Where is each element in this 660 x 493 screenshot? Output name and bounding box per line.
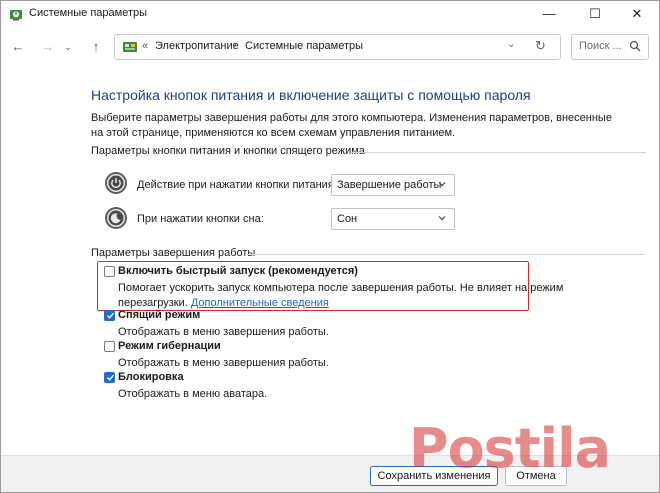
shutdown-group-title: Параметры завершения работы <box>91 247 256 259</box>
lock-checkbox[interactable] <box>104 372 115 383</box>
chevron-down-icon <box>438 182 446 187</box>
fast-startup-description: Помогает ускорить запуск компьютера посл… <box>118 281 563 311</box>
search-input[interactable]: Поиск ... <box>571 34 649 60</box>
sleep-button-action-value: Сон <box>337 213 358 225</box>
sleep-button-icon <box>105 207 127 229</box>
power-buttons-group-title: Параметры кнопки питания и кнопки спящег… <box>91 145 365 157</box>
sleep-button-action-label: При нажатии кнопки сна: <box>137 213 264 225</box>
content-area: Настройка кнопок питания и включение защ… <box>1 67 659 455</box>
sleep-title[interactable]: Спящий режим <box>118 309 200 321</box>
address-dropdown-icon[interactable]: ⌄ <box>507 39 515 50</box>
power-button-action-label: Действие при нажатии кнопки питания: <box>137 179 337 191</box>
sleep-description: Отображать в меню завершения работы. <box>118 326 329 338</box>
more-info-link[interactable]: Дополнительные сведения <box>191 297 329 309</box>
fast-startup-title[interactable]: Включить быстрый запуск (рекомендуется) <box>118 265 358 277</box>
fast-startup-desc-line1: Помогает ускорить запуск компьютера посл… <box>118 282 564 294</box>
check-icon <box>107 312 115 319</box>
forward-button[interactable]: → <box>37 37 59 57</box>
check-icon <box>107 374 115 381</box>
up-button[interactable]: ↑ <box>85 37 107 57</box>
recent-locations-button[interactable]: ⌄ <box>61 37 75 57</box>
search-placeholder: Поиск ... <box>579 40 622 52</box>
system-settings-window: Системные параметры — ☐ ✕ ← → ⌄ ↑ « Элек… <box>0 0 660 493</box>
address-bar[interactable]: « Электропитание › Системные параметры ⌄… <box>114 34 561 60</box>
fast-startup-checkbox[interactable] <box>104 266 115 277</box>
minimize-button[interactable]: — <box>527 1 571 27</box>
chevron-down-icon <box>438 216 446 221</box>
title-bar: Системные параметры — ☐ ✕ <box>1 1 659 27</box>
watermark-text: Postila <box>409 417 611 480</box>
lock-title[interactable]: Блокировка <box>118 371 184 383</box>
back-button[interactable]: ← <box>7 37 29 57</box>
control-panel-icon <box>123 42 137 52</box>
page-title: Настройка кнопок питания и включение защ… <box>91 87 531 103</box>
fast-startup-desc-line2-text: перезагрузки. <box>118 297 188 309</box>
sleep-button-action-select[interactable]: Сон <box>331 208 455 230</box>
divider <box>351 152 646 153</box>
hibernate-description: Отображать в меню завершения работы. <box>118 357 329 369</box>
divider <box>247 254 646 255</box>
sleep-checkbox[interactable] <box>104 310 115 321</box>
power-button-action-select[interactable]: Завершение работы <box>331 174 455 196</box>
control-panel-icon <box>10 10 22 21</box>
close-button[interactable]: ✕ <box>615 1 659 27</box>
power-button-action-value: Завершение работы <box>337 179 442 191</box>
lock-description: Отображать в меню аватара. <box>118 388 268 400</box>
watermark-logo: Postila <box>409 417 655 480</box>
maximize-button[interactable]: ☐ <box>573 1 617 27</box>
intro-text: Выберите параметры завершения работы для… <box>91 112 612 139</box>
address-overflow-icon[interactable]: « <box>142 40 148 52</box>
refresh-icon[interactable]: ↻ <box>535 38 546 54</box>
breadcrumb-system-settings[interactable]: Системные параметры <box>245 40 363 52</box>
breadcrumb-power-options[interactable]: Электропитание <box>155 40 239 52</box>
power-button-icon <box>105 172 127 194</box>
hibernate-checkbox[interactable] <box>104 341 115 352</box>
search-icon[interactable] <box>629 40 641 52</box>
window-title: Системные параметры <box>29 7 148 19</box>
breadcrumb-separator-icon[interactable]: › <box>233 39 237 51</box>
hibernate-title[interactable]: Режим гибернации <box>118 340 221 352</box>
